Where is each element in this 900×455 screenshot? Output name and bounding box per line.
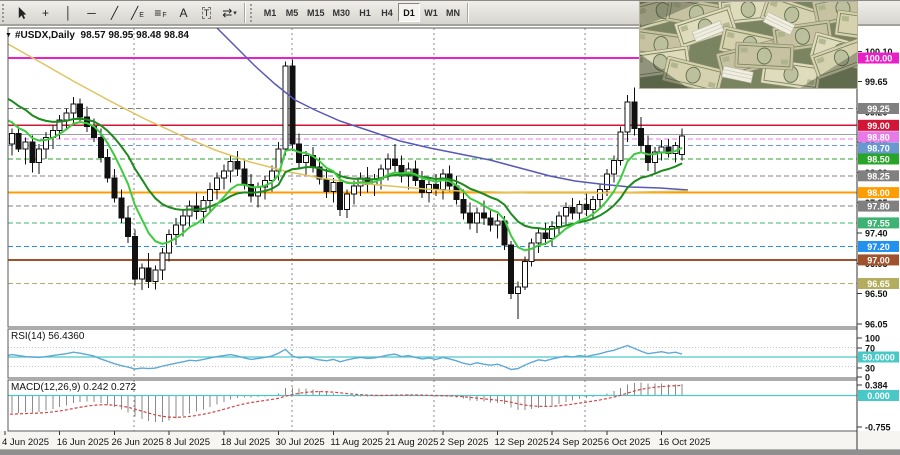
text-tool-button[interactable]: A [172, 3, 195, 23]
chart-window: 100.1099.6599.2098.7598.3097.8597.4096.9… [0, 0, 900, 455]
svg-text:98.50: 98.50 [867, 154, 890, 164]
timeframe-button-h4[interactable]: H4 [376, 3, 398, 22]
chart-collapse-icon[interactable]: ▼ [5, 32, 12, 39]
vertical-line-tool-button[interactable]: │ [57, 3, 80, 23]
svg-text:98.80: 98.80 [867, 132, 890, 142]
svg-text:98.25: 98.25 [867, 171, 890, 181]
svg-text:21 Aug 2025: 21 Aug 2025 [385, 437, 438, 448]
svg-text:12 Sep 2025: 12 Sep 2025 [494, 437, 548, 448]
drawing-tools-group: + │ ─ ╱ ╱ E ≡ F A T ⇄ ▾ [11, 3, 241, 23]
text-label-tool-button[interactable]: T [195, 3, 218, 23]
timeframe-button-w1[interactable]: W1 [420, 3, 442, 22]
svg-text:98.70: 98.70 [867, 144, 890, 154]
timeframe-button-mn[interactable]: MN [442, 3, 464, 22]
svg-text:2 Sep 2025: 2 Sep 2025 [440, 437, 489, 448]
svg-text:96.50: 96.50 [865, 289, 888, 299]
toolbar-drag-handle[interactable] [2, 3, 8, 22]
svg-text:6 Oct 2025: 6 Oct 2025 [604, 437, 650, 448]
svg-text:96.05: 96.05 [865, 319, 888, 329]
svg-text:4 Jun 2025: 4 Jun 2025 [2, 437, 49, 448]
text-label-icon: T [201, 6, 212, 19]
svg-text:97.40: 97.40 [865, 229, 888, 239]
svg-text:97.20: 97.20 [867, 242, 890, 252]
vertical-line-icon: │ [64, 5, 73, 20]
svg-text:11 Aug 2025: 11 Aug 2025 [330, 437, 383, 448]
cursor-tool-button[interactable] [11, 3, 34, 23]
svg-text:99.25: 99.25 [867, 104, 890, 114]
toolbar-separator [467, 2, 469, 23]
equidistant-channel-icon: ╱ [131, 5, 139, 20]
svg-text:100: 100 [865, 334, 880, 344]
crosshair-icon: + [41, 5, 49, 20]
timeframe-button-d1[interactable]: D1 [398, 3, 421, 22]
svg-text:-0.755: -0.755 [865, 423, 891, 433]
arrows-icon: ⇄ [222, 5, 233, 20]
toolbar-separator [244, 2, 245, 23]
svg-text:100.00: 100.00 [865, 54, 893, 64]
timeframe-group: M1 M5 M15 M30 H1 H4 D1 W1 MN [259, 3, 464, 22]
fibonacci-tool-button[interactable]: ≡ F [149, 3, 172, 23]
horizontal-line-tool-button[interactable]: ─ [80, 3, 103, 23]
fibonacci-icon-sub: F [162, 12, 167, 19]
svg-text:16 Jun 2025: 16 Jun 2025 [57, 437, 109, 448]
money-photo [639, 1, 858, 89]
timeframe-button-h1[interactable]: H1 [354, 3, 376, 22]
svg-text:16 Oct 2025: 16 Oct 2025 [659, 437, 711, 448]
arrows-tool-button[interactable]: ⇄ ▾ [218, 3, 241, 23]
trendline-icon: ╱ [110, 5, 119, 20]
fibonacci-icon: ≡ [154, 5, 162, 20]
status-bar [0, 450, 900, 455]
equidistant-channel-tool-button[interactable]: ╱ E [126, 3, 149, 23]
equidistant-channel-icon-sub: E [139, 12, 144, 19]
svg-text:26 Jun 2025: 26 Jun 2025 [111, 437, 163, 448]
trendline-tool-button[interactable]: ╱ [103, 3, 126, 23]
svg-text:24 Sep 2025: 24 Sep 2025 [549, 437, 603, 448]
symbol-title: #USDX,Daily [14, 30, 75, 41]
symbol-ohlc-line: ▼ #USDX,Daily 98.57 98.95 98.48 98.84 [5, 30, 189, 41]
timeframe-button-m1[interactable]: M1 [259, 3, 281, 22]
timeframe-button-m15[interactable]: M15 [303, 3, 329, 22]
svg-text:30 Jul 2025: 30 Jul 2025 [276, 437, 325, 448]
chevron-down-icon: ▾ [233, 9, 237, 17]
horizontal-line-icon: ─ [87, 5, 96, 20]
cursor-icon [18, 6, 27, 19]
text-icon: A [179, 5, 188, 20]
timeframe-button-m30[interactable]: M30 [329, 3, 355, 22]
svg-text:8 Jul 2025: 8 Jul 2025 [166, 437, 210, 448]
svg-text:98.00: 98.00 [867, 188, 890, 198]
macd-indicator-label: MACD(12,26,9) 0.242 0.272 [11, 382, 137, 393]
svg-text:96.65: 96.65 [867, 279, 890, 289]
crosshair-tool-button[interactable]: + [34, 3, 57, 23]
svg-text:97.00: 97.00 [867, 255, 890, 265]
svg-text:0.000: 0.000 [867, 391, 890, 401]
svg-text:50.0000: 50.0000 [862, 353, 895, 363]
svg-text:18 Jul 2025: 18 Jul 2025 [221, 437, 270, 448]
toolbar-drag-handle[interactable] [250, 3, 256, 22]
svg-text:99.65: 99.65 [865, 77, 888, 87]
svg-text:99.00: 99.00 [867, 121, 890, 131]
svg-text:0.384: 0.384 [865, 381, 888, 391]
svg-text:97.55: 97.55 [867, 218, 890, 228]
ohlc-values: 98.57 98.95 98.48 98.84 [80, 30, 189, 41]
rsi-indicator-label: RSI(14) 56.4360 [11, 331, 85, 342]
timeframe-button-m5[interactable]: M5 [281, 3, 303, 22]
svg-text:97.80: 97.80 [867, 202, 890, 212]
